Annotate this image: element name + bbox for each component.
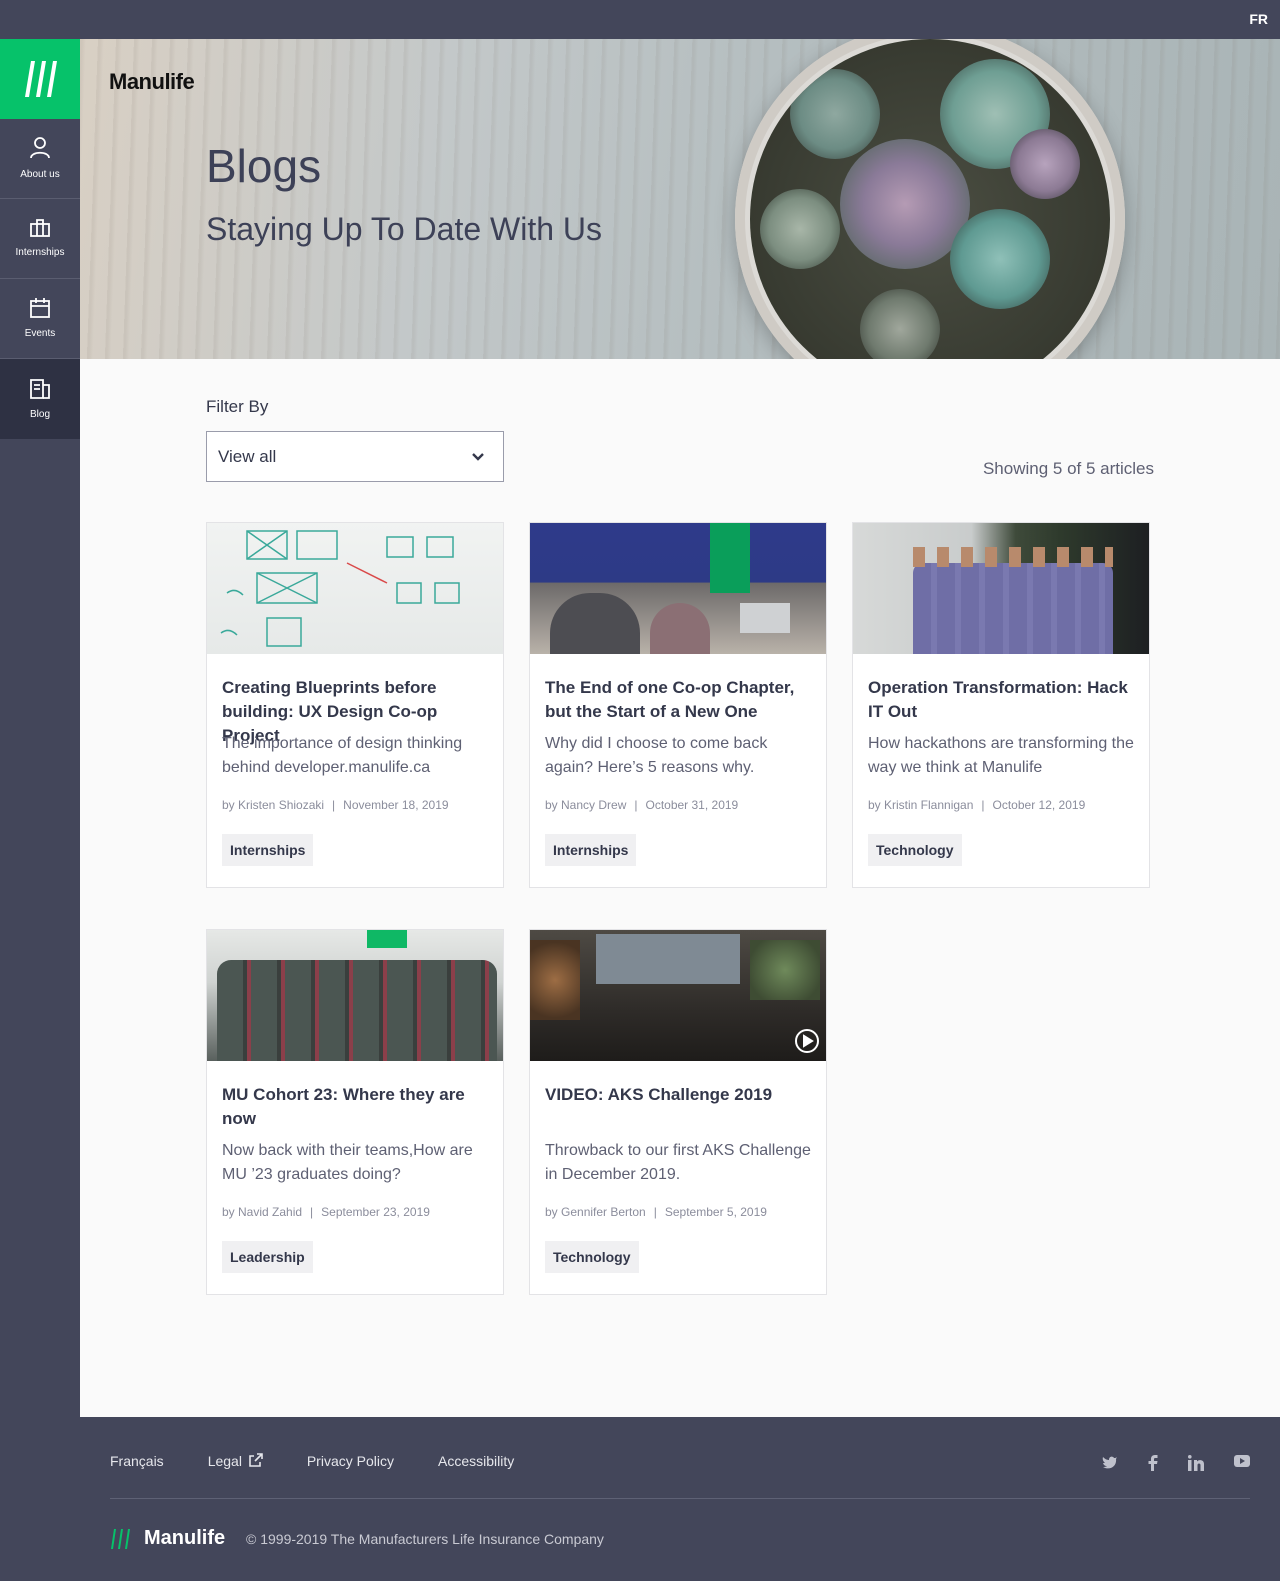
language-toggle[interactable]: FR	[1249, 11, 1268, 27]
user-icon	[30, 137, 50, 159]
page-title: Blogs	[206, 140, 322, 192]
article-date: October 31, 2019	[645, 798, 739, 812]
sidebar-item-about-us[interactable]: About us	[0, 119, 80, 199]
article-title[interactable]: MU Cohort 23: Where they are now	[222, 1083, 488, 1131]
article-description: The importance of design thinking behind…	[222, 735, 463, 776]
article-author: by Kristin Flannigan	[868, 798, 974, 812]
manulife-logo-icon	[25, 61, 57, 97]
copyright: © 1999-2019 The Manufacturers Life Insur…	[246, 1531, 604, 1547]
article-image-cohort	[207, 930, 503, 1061]
facebook-icon[interactable]	[1148, 1455, 1158, 1471]
footer-link-francais[interactable]: Français	[110, 1453, 164, 1469]
sidebar-item-internships[interactable]: Internships	[0, 199, 80, 279]
footer-link-legal-label: Legal	[207, 1453, 242, 1469]
sidebar-item-label: Events	[24, 328, 56, 339]
sidebar-item-blog[interactable]: Blog	[0, 359, 80, 439]
filter-select[interactable]: View all	[206, 431, 504, 482]
article-author: by Kristen Shiozaki	[222, 798, 325, 812]
article-image-video	[530, 930, 826, 1061]
article-title[interactable]: Operation Transformation: Hack IT Out	[868, 676, 1134, 724]
article-author: by Nancy Drew	[545, 798, 627, 812]
article-date: September 23, 2019	[321, 1205, 430, 1219]
footer-brand-name: Manulife	[144, 1527, 226, 1549]
article-meta: by Kristin Flannigan | October 12, 2019	[868, 798, 1086, 812]
hero-banner: Manulife Blogs Staying Up To Date With U…	[80, 39, 1280, 359]
hero-brand-logo[interactable]: Manulife	[109, 69, 195, 95]
manulife-logo-icon	[111, 1528, 130, 1549]
article-image-whiteboard	[207, 523, 503, 654]
article-card[interactable]: VIDEO: AKS Challenge 2019 Throwback to o…	[529, 929, 827, 1295]
article-card[interactable]: The End of one Co-op Chapter, but the St…	[529, 522, 827, 888]
sidebar-item-label: Blog	[29, 408, 50, 420]
article-date: November 18, 2019	[343, 798, 449, 812]
side-nav: About us Internships Events Blog	[0, 39, 80, 1581]
article-description: Why did I choose to come back again? Her…	[545, 735, 768, 776]
results-count: Showing 5 of 5 articles	[982, 459, 1154, 478]
article-date: October 12, 2019	[992, 798, 1086, 812]
article-card[interactable]: MU Cohort 23: Where they are now Now bac…	[206, 929, 504, 1295]
article-meta: by Navid Zahid | September 23, 2019	[222, 1205, 430, 1219]
sidebar-item-label: About us	[20, 169, 60, 180]
article-tag[interactable]: Technology	[545, 1241, 639, 1273]
article-description: Now back with their teams,How are MU ’23…	[222, 1142, 473, 1183]
briefcase-icon	[30, 219, 50, 237]
footer-link-accessibility[interactable]: Accessibility	[438, 1453, 514, 1469]
footer-links: Français Legal Privacy Policy Accessibil…	[110, 1453, 514, 1469]
article-tag[interactable]: Internships	[545, 834, 637, 866]
top-bar: FR	[0, 0, 1280, 39]
article-meta: by Gennifer Berton | September 5, 2019	[545, 1205, 767, 1219]
social-links	[1102, 1455, 1250, 1471]
article-title[interactable]: Creating Blueprints before building: UX …	[222, 676, 488, 745]
footer-brand[interactable]: Manulife	[110, 1527, 225, 1550]
filter-select-value: View all	[218, 446, 277, 466]
article-tag[interactable]: Leadership	[222, 1241, 313, 1273]
external-link-icon	[249, 1453, 263, 1467]
footer-divider	[110, 1498, 1250, 1499]
filter-label: Filter By	[206, 397, 269, 416]
calendar-icon	[30, 298, 50, 318]
article-description: How hackathons are transforming the way …	[868, 735, 1134, 776]
twitter-icon[interactable]	[1102, 1455, 1118, 1469]
footer: Français Legal Privacy Policy Accessibil…	[80, 1417, 1280, 1581]
article-description: Throwback to our first AKS Challenge in …	[545, 1142, 811, 1183]
article-title[interactable]: VIDEO: AKS Challenge 2019	[545, 1083, 811, 1131]
main-content: Filter By View all Showing 5 of 5 articl…	[80, 359, 1280, 1417]
article-tag[interactable]: Internships	[222, 834, 314, 866]
page-subtitle: Staying Up To Date With Us	[206, 211, 603, 247]
manulife-logo-tile[interactable]	[0, 39, 80, 119]
blog-icon	[30, 378, 50, 399]
youtube-icon[interactable]	[1234, 1455, 1250, 1467]
chevron-down-icon	[472, 453, 484, 461]
article-image-team	[853, 523, 1149, 654]
article-date: September 5, 2019	[664, 1205, 767, 1219]
article-author: by Navid Zahid	[222, 1205, 303, 1219]
footer-link-privacy[interactable]: Privacy Policy	[307, 1453, 394, 1469]
sidebar-item-events[interactable]: Events	[0, 279, 80, 359]
linkedin-icon[interactable]	[1188, 1455, 1204, 1471]
article-meta: by Kristen Shiozaki | November 18, 2019	[222, 798, 449, 812]
article-card[interactable]: Operation Transformation: Hack IT Out Ho…	[852, 522, 1150, 888]
article-card[interactable]: Creating Blueprints before building: UX …	[206, 522, 504, 888]
article-tag[interactable]: Technology	[868, 834, 962, 866]
article-meta: by Nancy Drew | October 31, 2019	[545, 798, 739, 812]
footer-link-legal[interactable]: Legal	[208, 1453, 263, 1469]
article-author: by Gennifer Berton	[545, 1205, 646, 1219]
article-title[interactable]: The End of one Co-op Chapter, but the St…	[545, 676, 811, 724]
article-image-workspace	[530, 523, 826, 654]
sidebar-item-label: Internships	[15, 247, 65, 258]
play-icon[interactable]	[794, 1028, 820, 1054]
